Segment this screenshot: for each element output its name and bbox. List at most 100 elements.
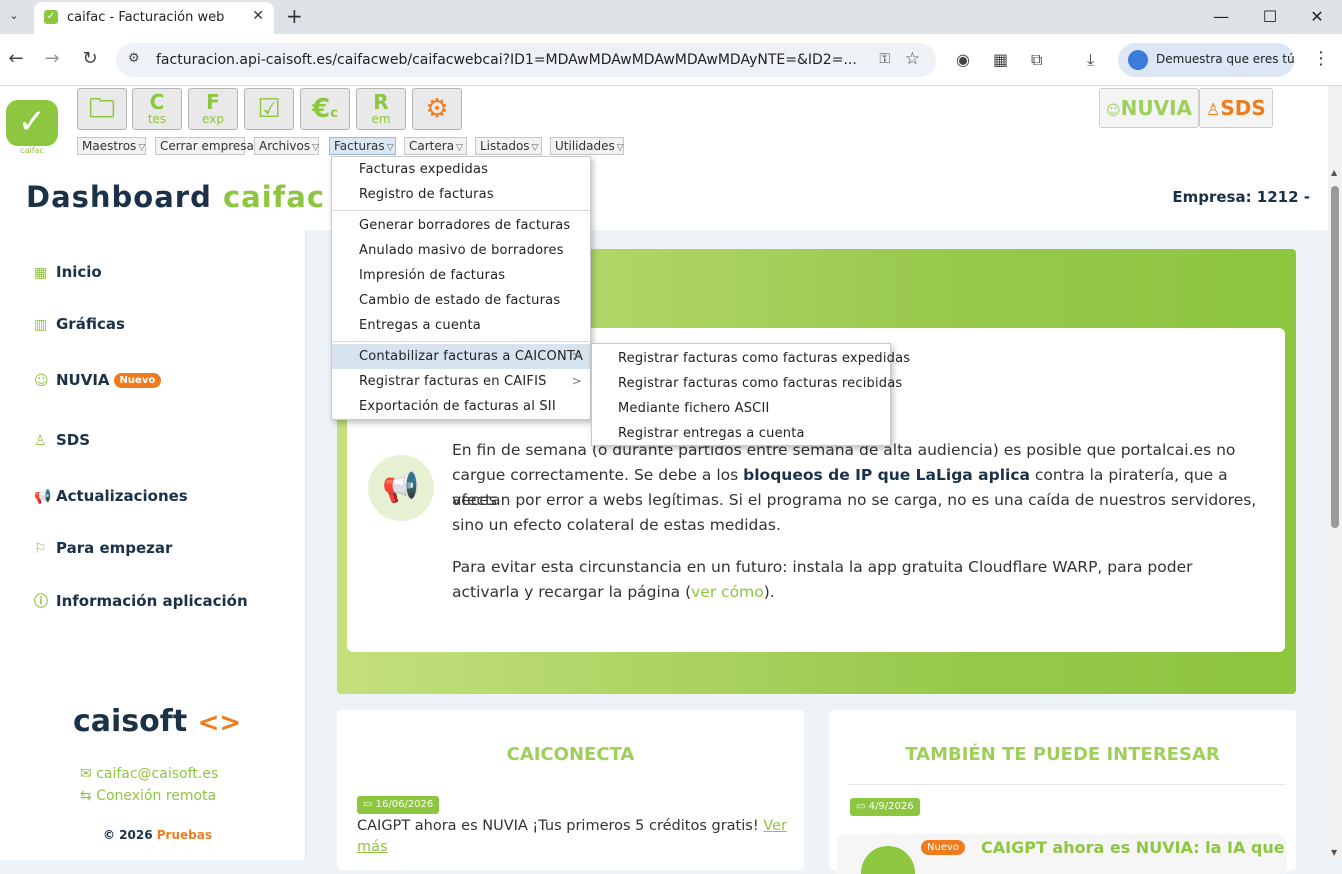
submenu-item-entregas[interactable]: Registrar entregas a cuenta [592,421,890,446]
menu-item-generar-borradores[interactable]: Generar borradores de facturas [332,213,590,238]
reload-icon[interactable]: ↻ [78,48,102,69]
scroll-up-icon[interactable]: ▲ [1331,168,1337,177]
scroll-thumb[interactable] [1331,186,1339,528]
minimize-icon[interactable]: — [1198,4,1244,30]
menu-utilidades[interactable]: Utilidades ▽ [550,137,624,155]
submenu-item-recibidas[interactable]: Registrar facturas como facturas recibid… [592,371,902,396]
email-link[interactable]: ✉ caifac@caisoft.es [80,766,218,782]
nuevo-badge: Nuevo [921,840,966,855]
address-bar[interactable]: ⚙ facturacion.api-caisoft.es/caifacweb/c… [116,43,936,77]
tab-close-icon[interactable]: ✕ [252,8,264,24]
window-close-icon[interactable]: ✕ [1294,4,1340,30]
sidebar-item-sds[interactable]: ♙ SDS [34,431,90,449]
logo-label: caifac [20,146,44,155]
sidebar-item-graficas[interactable]: ▥ Gráficas [34,315,125,333]
nuvia-button[interactable]: ☺NUVIA [1099,88,1199,128]
browser-menu-icon[interactable]: ⋮ [1312,48,1330,69]
profile-chip[interactable]: Demuestra que eres tú [1118,43,1295,77]
back-arrow-icon[interactable]: ← [4,48,28,69]
sidebar-label: NUVIA [56,371,110,389]
copyright-link[interactable]: Pruebas [157,828,212,842]
submenu-item-expedidas[interactable]: Registrar facturas como facturas expedid… [592,346,910,371]
qr-code-icon[interactable]: ▦ [993,50,1008,69]
menu-cerrar-label: Cerrar empresa [160,139,254,153]
menu-item-registrar-caifis[interactable]: Registrar facturas en CAIFIS > [332,369,590,394]
open-folder-button[interactable]: 🗀 [77,88,127,130]
menu-item-anulado-masivo[interactable]: Anulado masivo de borradores [332,238,590,263]
title-main: Dashboard [26,180,223,214]
url-text[interactable]: facturacion.api-caisoft.es/caifacweb/cai… [156,52,857,68]
euro-sub: c [330,106,338,121]
menu-item-label: Registrar facturas en CAIFIS [359,374,547,389]
sidebar-item-inicio[interactable]: ▦ Inicio [34,263,102,281]
ctes-button[interactable]: C tes [132,88,182,130]
sidebar-item-actualizaciones[interactable]: 📢 Actualizaciones [34,487,188,505]
menu-separator [332,341,590,342]
menu-archivos[interactable]: Archivos ▽ [254,137,319,155]
nuevo-badge: Nuevo [113,373,162,388]
chevron-down-icon: ▽ [531,143,539,153]
settings-button[interactable]: ⚙ [412,88,462,130]
menu-item-cambio-estado[interactable]: Cambio de estado de facturas [332,288,590,313]
chevron-down-icon: ▽ [312,143,320,153]
menu-archivos-label: Archivos [259,139,311,153]
menu-maestros[interactable]: Maestros ▽ [77,137,146,155]
remote-link[interactable]: ⇆ Conexión remota [80,788,216,804]
menu-listados[interactable]: Listados ▽ [475,137,542,155]
menu-cerrar-empresa[interactable]: Cerrar empresa [155,137,254,155]
notice-line-3: afectan por error a webs legítimas. Si e… [452,491,1257,509]
checklist-icon: ☑ [257,94,281,124]
menu-listados-label: Listados [480,139,530,153]
news-headline[interactable]: CAIGPT ahora es NUVIA: la IA que [981,838,1285,857]
submenu-item-ascii[interactable]: Mediante fichero ASCII [592,396,890,421]
browser-tab[interactable]: ✓ caifac - Facturación web ✕ [34,2,274,34]
rem-button[interactable]: R em [356,88,406,130]
menu-item-impresion[interactable]: Impresión de facturas [332,263,590,288]
date-text: 16/06/2026 [375,799,434,810]
extensions-puzzle-icon[interactable]: ⧉ [1031,50,1042,70]
logo-check-icon: ✓ [6,100,58,146]
sidebar-item-para-empezar[interactable]: ⚐ Para empezar [34,539,172,557]
sidebar-item-nuvia[interactable]: ☺ NUVIA Nuevo [34,371,162,389]
checklist-button[interactable]: ☑ [244,88,294,130]
menu-item-contabilizar-caiconta[interactable]: Contabilizar facturas a CAICONTA > [332,344,590,369]
menu-item-registro-facturas[interactable]: Registro de facturas [332,182,590,207]
menu-item-entregas-cuenta[interactable]: Entregas a cuenta [332,313,590,338]
menu-facturas-label: Facturas [334,139,385,153]
caisoft-logo: caisoft <> [73,704,241,739]
caifac-logo[interactable]: ✓ caifac [6,100,58,156]
calendar-icon: ▭ [856,801,866,812]
extension-globe-icon[interactable]: ◉ [956,50,970,69]
caiconecta-title: CAICONECTA [506,744,635,765]
menu-facturas[interactable]: Facturas ▽ [329,137,396,155]
euro-button[interactable]: €c [300,88,350,130]
sidebar-item-informacion[interactable]: ⓘ Información aplicación [34,591,248,611]
download-icon[interactable]: ⤓ [1087,50,1094,70]
menu-item-exportacion-sii[interactable]: Exportación de facturas al SII [332,394,590,419]
page-title: Dashboard caifac [26,180,325,214]
bar-chart-icon: ▥ [34,317,48,333]
scroll-down-icon[interactable]: ▼ [1331,848,1337,857]
site-settings-icon[interactable]: ⚙ [128,51,140,66]
password-key-icon[interactable]: ⚿ [879,51,890,67]
mail-icon: ✉ [80,766,92,782]
email-text: caifac@caisoft.es [96,766,219,782]
bookmark-star-icon[interactable]: ☆ [905,49,920,69]
notice-line-6-pre: activarla y recargar la página ( [452,583,692,601]
forward-arrow-icon[interactable]: → [40,48,64,69]
menu-cartera[interactable]: Cartera ▽ [404,137,467,155]
sds-button[interactable]: ♙SDS [1199,88,1273,128]
fexp-button[interactable]: F exp [188,88,238,130]
page-scrollbar[interactable]: ▲ ▼ [1328,86,1342,860]
caiconecta-card: CAICONECTA ▭ 16/06/2026 CAIGPT ahora es … [337,710,804,870]
tab-search-icon[interactable]: ⌄ [4,6,24,26]
date-badge: ▭ 4/9/2026 [850,798,920,816]
menu-separator [332,210,590,211]
new-tab-icon[interactable]: + [286,4,303,28]
menu-item-facturas-expedidas[interactable]: Facturas expedidas [332,157,590,182]
sidebar-label: Actualizaciones [56,487,188,505]
menu-maestros-label: Maestros [82,139,137,153]
maximize-icon[interactable]: ☐ [1247,4,1293,30]
ver-como-link[interactable]: ver cómo [691,583,764,601]
notice-line-4: sino un efecto colateral de estas medida… [452,516,781,534]
